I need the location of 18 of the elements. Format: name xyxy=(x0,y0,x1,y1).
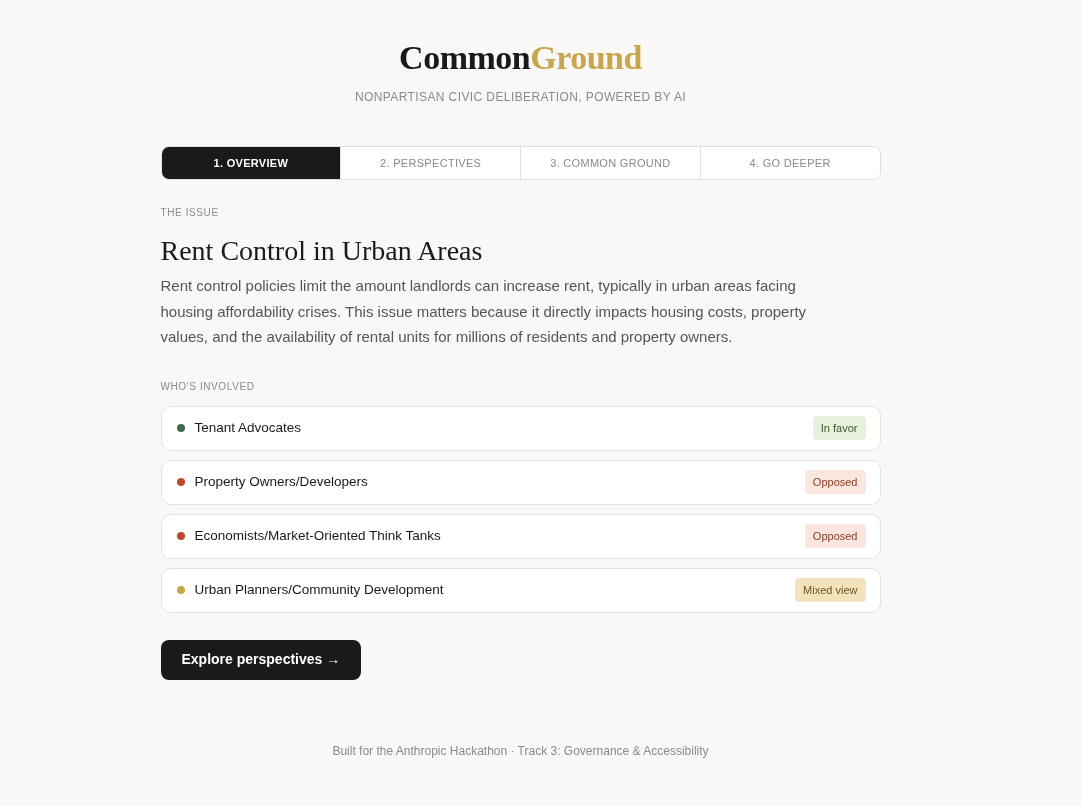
section-label: WHO'S INVOLVED xyxy=(160,380,256,393)
explore-button[interactable]: Explore perspectives → xyxy=(160,639,362,680)
footer-text: Built for the Anthropic Hackathon · Track 3: Governance & Accessibility xyxy=(332,742,709,760)
step-tab[interactable]: 4. GO DEEPER xyxy=(699,147,880,179)
stance-badge: In favor xyxy=(812,416,866,440)
stance-badge: Opposed xyxy=(804,470,866,494)
stakeholder-name: Urban Planners/Community Development xyxy=(194,580,444,599)
stakeholder-name: Economists/Market-Oriented Think Tanks xyxy=(194,526,441,545)
tagline: NONPARTISAN CIVIC DELIBERATION, POWERED BY AI xyxy=(354,89,687,105)
logo: CommonGround xyxy=(399,38,642,78)
issue-title: Rent Control in Urban Areas xyxy=(160,235,484,267)
section-label: THE ISSUE xyxy=(160,207,220,219)
step-tab[interactable]: 1. OVERVIEW xyxy=(161,147,341,179)
issue-description: Rent control policies limit the amount landlords can increase rent, typically in urban areas facing housing affordability crises. This issue matters because it directly impacts housing costs, property values, and the availability of rental units for millions of residents and property owners. xyxy=(160,276,808,347)
stance-badge: Mixed view xyxy=(795,578,866,602)
stance-badge: Opposed xyxy=(804,524,866,548)
stakeholder-name: Property Owners/Developers xyxy=(194,472,368,491)
stakeholder-name: Tenant Advocates xyxy=(194,418,302,437)
